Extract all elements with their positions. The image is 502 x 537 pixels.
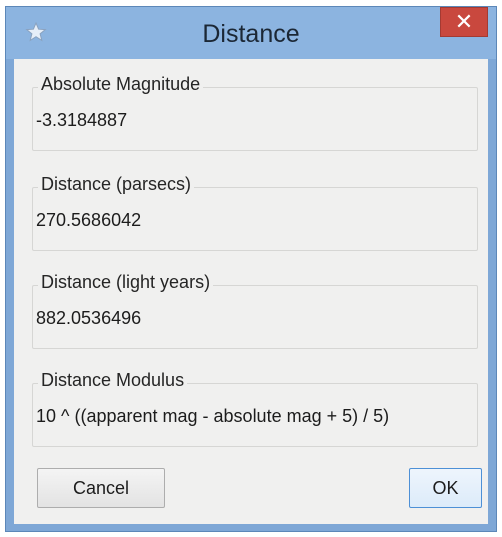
- cancel-button[interactable]: Cancel: [37, 468, 165, 508]
- distance-parsecs-label: Distance (parsecs): [38, 174, 195, 195]
- distance-dialog: Distance ✕ Absolute Magnitude -3.3184887…: [5, 6, 497, 532]
- close-icon: ✕: [454, 9, 474, 34]
- absolute-magnitude-label: Absolute Magnitude: [38, 74, 204, 95]
- dialog-body: Absolute Magnitude -3.3184887 Distance (…: [14, 59, 488, 524]
- absolute-magnitude-value: -3.3184887: [36, 110, 128, 130]
- window-title: Distance: [202, 20, 300, 48]
- distance-modulus-group: Distance Modulus 10 ^ ((apparent mag - a…: [32, 370, 478, 447]
- distance-light-years-value: 882.0536496: [36, 308, 142, 328]
- distance-light-years-group: Distance (light years) 882.0536496: [32, 272, 478, 349]
- absolute-magnitude-group: Absolute Magnitude -3.3184887: [32, 74, 478, 151]
- title-bar[interactable]: Distance ✕: [6, 7, 496, 59]
- distance-light-years-label: Distance (light years): [38, 272, 214, 293]
- distance-modulus-value: 10 ^ ((apparent mag - absolute mag + 5) …: [36, 406, 390, 426]
- ok-button[interactable]: OK: [409, 468, 482, 508]
- close-button[interactable]: ✕: [440, 7, 488, 37]
- distance-modulus-label: Distance Modulus: [38, 370, 188, 391]
- distance-parsecs-value: 270.5686042: [36, 210, 142, 230]
- distance-parsecs-group: Distance (parsecs) 270.5686042: [32, 174, 478, 251]
